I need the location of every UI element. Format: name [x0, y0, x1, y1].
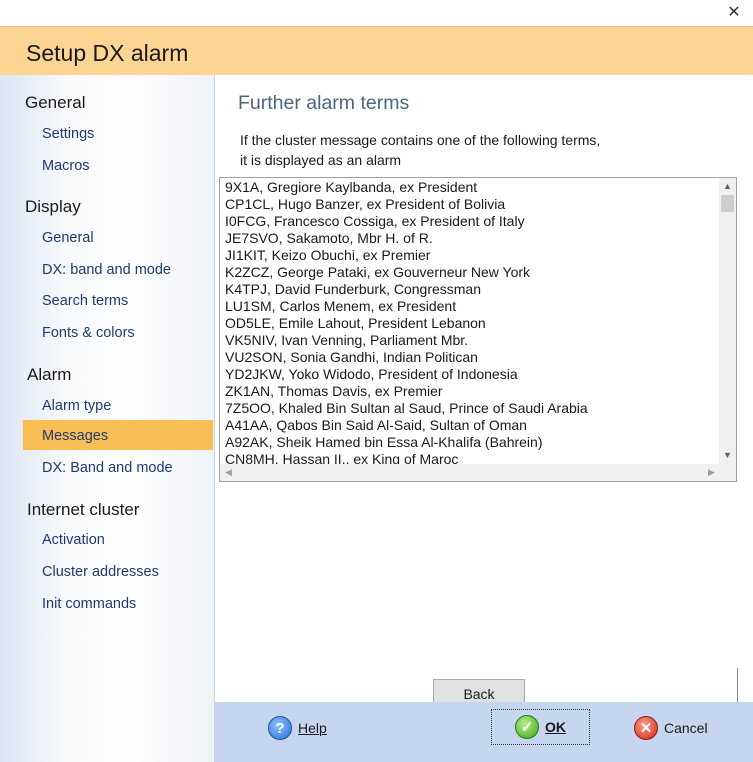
alarm-term-line: JE7SVO, Sakamoto, Mbr H. of R.	[225, 230, 433, 246]
cancel-label: Cancel	[664, 720, 708, 736]
sidebar-item-activation[interactable]: Activation	[42, 532, 105, 548]
sidebar-item-alarm-type[interactable]: Alarm type	[42, 398, 111, 414]
sidebar: General Settings Macros Display General …	[0, 75, 215, 762]
scroll-thumb[interactable]	[721, 195, 734, 212]
sidebar-item-label: Cluster addresses	[42, 564, 159, 580]
sidebar-item-init-commands[interactable]: Init commands	[42, 596, 136, 612]
alarm-term-line: 9X1A, Gregiore Kaylbanda, ex President	[225, 179, 478, 195]
scrollbar-corner	[719, 464, 736, 481]
sidebar-group-display: Display	[25, 197, 81, 216]
window-titlebar: ✕	[0, 0, 753, 26]
alarm-term-line: YD2JKW, Yoko Widodo, President of Indone…	[225, 366, 518, 382]
sidebar-item-search-terms[interactable]: Search terms	[42, 293, 128, 309]
section-description: If the cluster message contains one of t…	[240, 130, 600, 170]
alarm-term-line: A41AA, Qabos Bin Said Al-Said, Sultan of…	[225, 417, 527, 433]
sidebar-item-messages[interactable]: Messages	[42, 428, 108, 444]
alarm-term-line: 7Z5OO, Khaled Bin Sultan al Saud, Prince…	[225, 400, 588, 416]
sidebar-item-label: Activation	[42, 532, 105, 548]
sidebar-item-label: DX: Band and mode	[42, 460, 173, 476]
sidebar-item-macros[interactable]: Macros	[42, 158, 90, 174]
alarm-term-line: JI1KIT, Keizo Obuchi, ex Premier	[225, 247, 431, 263]
cancel-icon: ✕	[634, 716, 658, 740]
sidebar-item-cluster-addresses[interactable]: Cluster addresses	[42, 564, 159, 580]
scroll-left-icon[interactable]: ◀	[220, 464, 237, 481]
alarm-terms-textarea[interactable]: 9X1A, Gregiore Kaylbanda, ex President CP…	[219, 177, 737, 482]
sidebar-item-display-general[interactable]: General	[42, 230, 94, 246]
sidebar-item-label: Macros	[42, 158, 90, 174]
dialog-title: Setup DX alarm	[26, 40, 189, 66]
help-button[interactable]: ? Help	[268, 711, 327, 745]
scroll-up-icon[interactable]: ▲	[719, 178, 736, 195]
scroll-right-icon[interactable]: ▶	[703, 464, 720, 481]
alarm-term-line: ZK1AN, Thomas Davis, ex Premier	[225, 383, 443, 399]
horizontal-scrollbar[interactable]: ◀ ▶	[220, 464, 720, 481]
ok-button[interactable]: ✓ OK	[491, 709, 590, 745]
alarm-term-line: K2ZCZ, George Pataki, ex Gouverneur New …	[225, 264, 531, 280]
sidebar-group-general: General	[25, 93, 86, 112]
sidebar-item-dx-band-mode[interactable]: DX: band and mode	[42, 262, 171, 278]
alarm-term-line: VK5NIV, Ivan Venning, Parliament Mbr.	[225, 332, 469, 348]
sidebar-item-alarm-dx-band-mode[interactable]: DX: Band and mode	[42, 460, 173, 476]
alarm-term-line: I0FCG, Francesco Cossiga, ex President o…	[225, 213, 525, 229]
description-line: it is displayed as an alarm	[240, 152, 402, 168]
cancel-button[interactable]: ✕ Cancel	[634, 711, 708, 745]
alarm-term-line: CP1CL, Hugo Banzer, ex President of Boli…	[225, 196, 506, 212]
sidebar-item-label: Messages	[42, 428, 109, 444]
vertical-scrollbar[interactable]: ▲ ▼	[719, 178, 736, 464]
back-button[interactable]: Back	[433, 679, 525, 702]
alarm-term-line: OD5LE, Emile Lahout, President Lebanon	[225, 315, 486, 331]
alarm-term-line: A92AK, Sheik Hamed bin Essa Al-Khalifa (…	[225, 434, 543, 450]
sidebar-item-label: General	[42, 230, 94, 246]
alarm-term-line: K4TPJ, David Funderburk, Congressman	[225, 281, 481, 297]
close-icon[interactable]: ✕	[723, 2, 745, 24]
dialog-header: Setup DX alarm	[0, 26, 753, 76]
alarm-term-line: LU1SM, Carlos Menem, ex President	[225, 298, 457, 314]
sidebar-item-fonts-colors[interactable]: Fonts & colors	[42, 325, 135, 341]
section-title: Further alarm terms	[238, 92, 410, 114]
scroll-down-icon[interactable]: ▼	[719, 447, 736, 464]
checkmark-icon: ✓	[515, 715, 539, 739]
sidebar-item-label: Settings	[42, 126, 95, 142]
alarm-term-line: CN8MH, Hassan II., ex King of Maroc	[225, 451, 459, 464]
ok-label: OK	[545, 719, 566, 735]
alarm-terms-lines: 9X1A, Gregiore Kaylbanda, ex President CP…	[225, 179, 719, 464]
sidebar-item-label: Fonts & colors	[42, 325, 135, 341]
sidebar-group-alarm: Alarm	[27, 365, 72, 384]
sidebar-item-label: Search terms	[42, 293, 129, 309]
help-label: Help	[298, 720, 327, 736]
sidebar-item-settings[interactable]: Settings	[42, 126, 94, 142]
divider	[737, 668, 738, 702]
sidebar-item-label: Alarm type	[42, 398, 112, 414]
sidebar-item-label: Init commands	[42, 596, 137, 612]
sidebar-item-label: DX: band and mode	[42, 262, 171, 278]
alarm-term-line: VU2SON, Sonia Gandhi, Indian Politican	[225, 349, 478, 365]
help-icon: ?	[268, 716, 292, 740]
description-line: If the cluster message contains one of t…	[240, 132, 601, 148]
sidebar-group-internet-cluster: Internet cluster	[27, 500, 140, 519]
